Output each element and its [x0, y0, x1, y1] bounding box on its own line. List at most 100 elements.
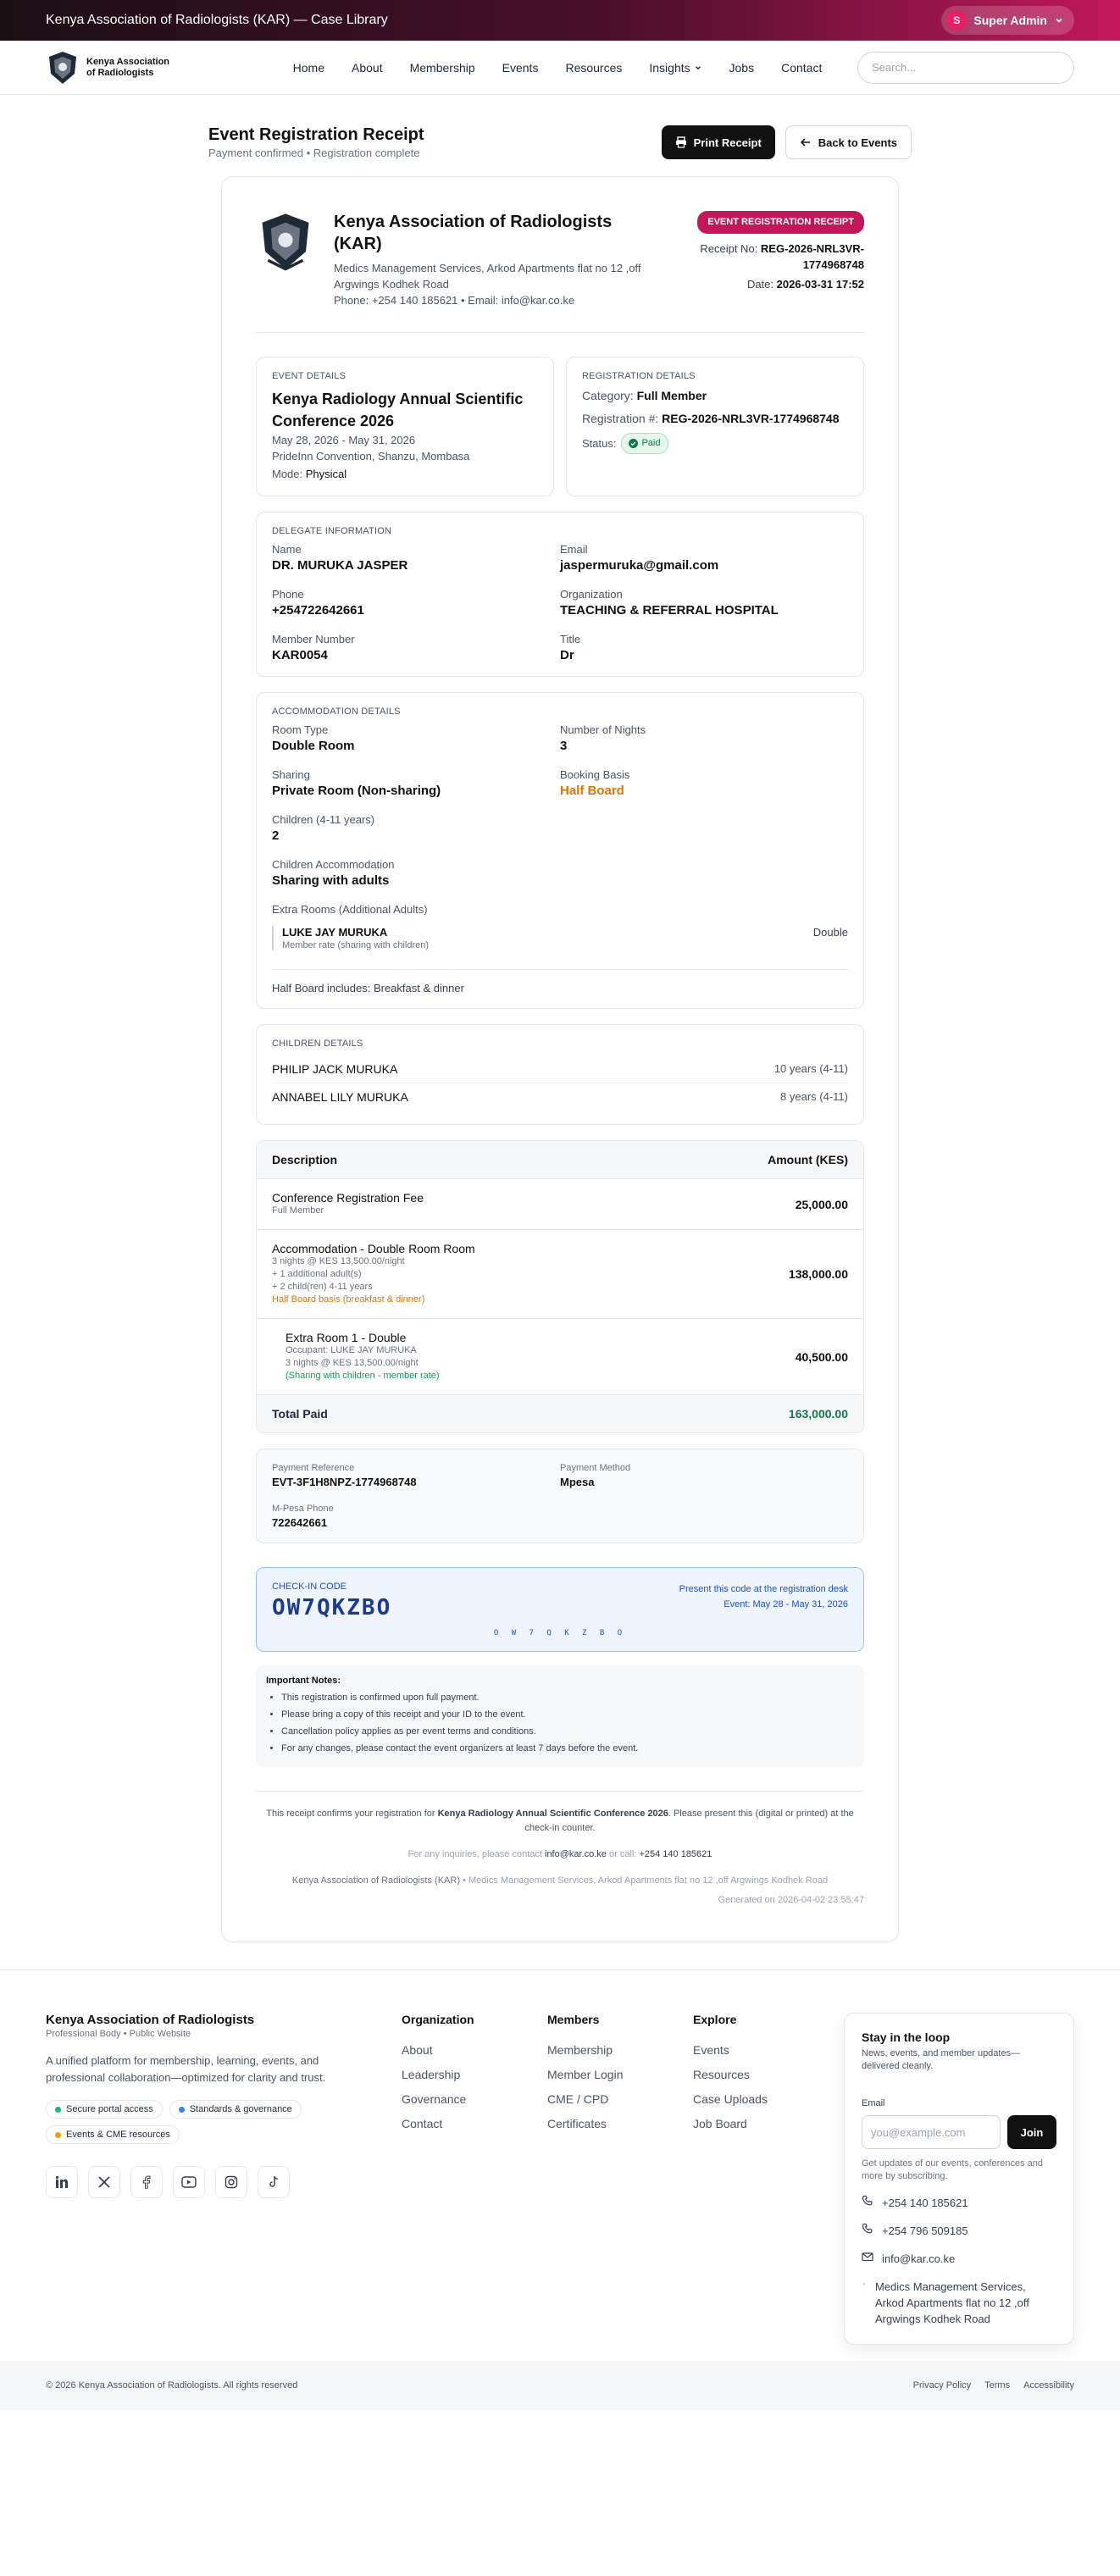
accommodation-details: ACCOMMODATION DETAILS Room Type Double Ro…	[256, 692, 864, 1009]
footer-link[interactable]: Leadership	[402, 2068, 547, 2081]
nav-insights-label: Insights	[649, 60, 690, 75]
phone-number[interactable]: +254 140 185621	[882, 2195, 968, 2211]
email-field-label: Email	[862, 2098, 885, 2108]
nav-events[interactable]: Events	[502, 61, 539, 75]
category-label: Category:	[582, 389, 634, 402]
field-label: Children (4-11 years)	[272, 813, 375, 826]
total-row: Total Paid 163,000.00	[257, 1395, 863, 1432]
delegate-name: DR. MURUKA JASPER	[272, 558, 408, 573]
tiktok-icon[interactable]	[258, 2166, 290, 2198]
phone-icon	[862, 2223, 873, 2234]
charge-title: Extra Room 1 - Double	[286, 1331, 407, 1344]
footer-link[interactable]: Governance	[402, 2092, 547, 2106]
nav-resources[interactable]: Resources	[565, 61, 622, 75]
important-notes: Important Notes: This registration is co…	[256, 1665, 864, 1767]
check-in-event-dates: Event: May 28 - May 31, 2026	[724, 1599, 848, 1609]
footer-column-organization: Organization About Leadership Governance…	[402, 2013, 547, 2410]
privacy-link[interactable]: Privacy Policy	[913, 2380, 971, 2390]
check-in-code-spaced: O W 7 Q K Z B O	[493, 1629, 627, 1637]
list-item: ANNABEL LILY MURUKA 8 years (4-11)	[272, 1083, 848, 1111]
footer-link[interactable]: Job Board	[693, 2117, 839, 2130]
event-dates: May 28, 2026 - May 31, 2026	[272, 434, 416, 446]
phone-number[interactable]: +254 796 509185	[882, 2223, 968, 2239]
registration-details: REGISTRATION DETAILS Category: Full Memb…	[566, 357, 864, 496]
note-item: This registration is confirmed upon full…	[281, 1689, 854, 1706]
field-label: M-Pesa Phone	[272, 1504, 334, 1514]
back-to-events-label: Back to Events	[818, 136, 897, 149]
x-twitter-icon[interactable]	[88, 2166, 120, 2198]
phone-icon	[862, 2195, 873, 2206]
accessibility-link[interactable]: Accessibility	[1023, 2380, 1074, 2390]
child-age: 10 years (4-11)	[773, 1062, 848, 1075]
field-label: Booking Basis	[560, 768, 630, 781]
nav-about[interactable]: About	[352, 61, 383, 75]
footer-link[interactable]: Membership	[547, 2043, 693, 2057]
nav-home[interactable]: Home	[293, 61, 324, 75]
footer-link[interactable]: Case Uploads	[693, 2092, 839, 2106]
charge-amount: 40,500.00	[795, 1349, 848, 1364]
org-line: Kenya Association of Radiologists (KAR) …	[256, 1874, 864, 1888]
subscribe-note: Get updates of our events, conferences a…	[862, 2158, 1044, 2181]
page-subtitle: Payment confirmed • Registration complet…	[208, 147, 420, 159]
user-menu[interactable]: S Super Admin	[941, 6, 1074, 35]
feature-chip: Secure portal access	[46, 2100, 163, 2119]
check-circle-icon	[629, 439, 639, 448]
search-input[interactable]: Search...	[857, 51, 1074, 84]
receipt-date: 2026-03-31 17:52	[776, 278, 864, 291]
instagram-icon[interactable]	[215, 2166, 247, 2198]
nav-jobs[interactable]: Jobs	[729, 61, 755, 75]
mpesa-phone: 722642661	[272, 1516, 328, 1529]
charges-table: Description Amount (KES) Conference Regis…	[256, 1140, 864, 1433]
category-value: Full Member	[636, 389, 707, 402]
email-address[interactable]: info@kar.co.ke	[882, 2251, 955, 2267]
map-pin-icon	[863, 2283, 865, 2285]
check-in-code: OW7QKZBO	[272, 1595, 392, 1620]
footer-link[interactable]: CME / CPD	[547, 2092, 693, 2106]
footer-link[interactable]: About	[402, 2043, 547, 2057]
org-address: Medics Management Services, Arkod Apartm…	[334, 262, 641, 291]
youtube-icon[interactable]	[173, 2166, 205, 2198]
footer-link[interactable]: Member Login	[547, 2068, 693, 2081]
children-details: CHILDREN DETAILS PHILIP JACK MURUKA 10 ye…	[256, 1024, 864, 1125]
note-item: For any changes, please contact the even…	[281, 1740, 854, 1757]
org-name: Kenya Association of Radiologists (KAR)	[334, 213, 613, 253]
top-bar: Kenya Association of Radiologists (KAR) …	[0, 0, 1120, 41]
number-of-nights: 3	[560, 739, 568, 753]
nav-insights[interactable]: Insights	[649, 61, 701, 75]
footer-column-members: Members Membership Member Login CME / CP…	[547, 2013, 693, 2410]
site-logo[interactable]: Kenya Association of Radiologists	[46, 50, 258, 86]
inquiries-email[interactable]: info@kar.co.ke	[545, 1849, 607, 1859]
arrow-left-icon	[800, 138, 810, 147]
facebook-icon[interactable]	[130, 2166, 163, 2198]
footer-column-title: Explore	[693, 2013, 737, 2026]
section-title: ACCOMMODATION DETAILS	[272, 706, 401, 717]
contact-address: Medics Management Services, Arkod Apartm…	[862, 2279, 1056, 2327]
kar-crest-icon	[49, 51, 76, 84]
back-to-events-button[interactable]: Back to Events	[785, 125, 912, 159]
status-badge: Paid	[621, 433, 668, 454]
terms-link[interactable]: Terms	[984, 2380, 1010, 2390]
footer-link[interactable]: Contact	[402, 2117, 547, 2130]
charge-line: + 1 additional adult(s)	[272, 1269, 362, 1279]
page-title: Event Registration Receipt	[208, 125, 424, 144]
nav-contact[interactable]: Contact	[781, 61, 822, 75]
nav-membership[interactable]: Membership	[410, 61, 475, 75]
receipt-badge: EVENT REGISTRATION RECEIPT	[697, 211, 864, 234]
field-label: Payment Reference	[272, 1463, 355, 1473]
footer-link[interactable]: Certificates	[547, 2117, 693, 2130]
linkedin-icon[interactable]	[46, 2166, 78, 2198]
charge-line: 3 nights @ KES 13,500.00/night	[272, 1256, 405, 1266]
join-button[interactable]: Join	[1007, 2115, 1056, 2149]
footer-link[interactable]: Resources	[693, 2068, 839, 2081]
newsletter-email-field[interactable]: you@example.com	[862, 2115, 1001, 2149]
contact-phone-2: +254 796 509185	[862, 2223, 1056, 2239]
charge-title: Accommodation - Double Room Room	[272, 1242, 475, 1255]
copyright-bar: © 2026 Kenya Association of Radiologists…	[0, 2361, 1120, 2410]
print-receipt-button[interactable]: Print Receipt	[661, 125, 775, 159]
event-title: Kenya Radiology Annual Scientific Confer…	[272, 391, 524, 429]
charge-line: Occupant: LUKE JAY MURUKA	[286, 1345, 417, 1355]
check-in-note: Present this code at the registration de…	[679, 1584, 848, 1594]
footer-link[interactable]: Events	[693, 2043, 839, 2057]
charge-sub: Full Member	[272, 1205, 324, 1216]
delegate-organization: TEACHING & REFERRAL HOSPITAL	[560, 603, 779, 618]
